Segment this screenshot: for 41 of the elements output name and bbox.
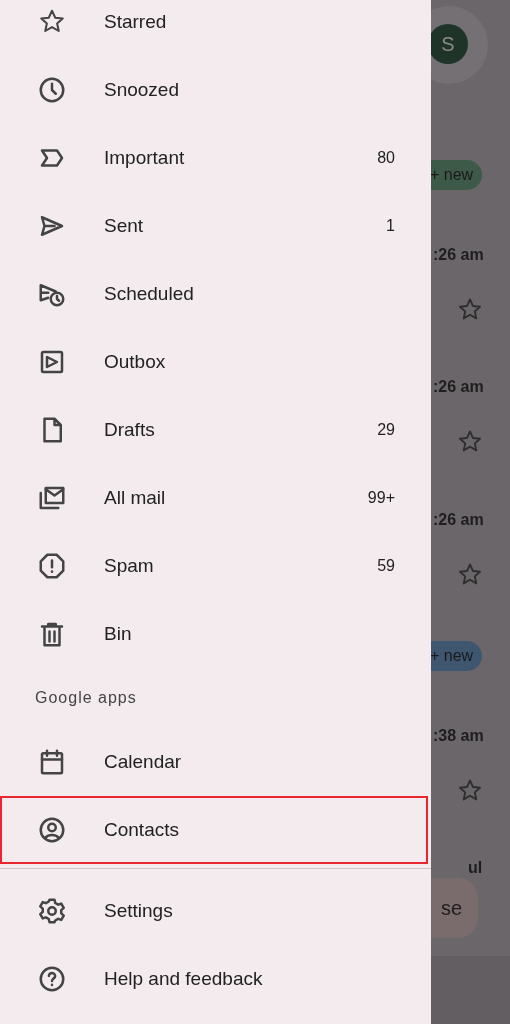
item-label: Drafts xyxy=(104,417,156,442)
item-label: Outbox xyxy=(104,349,167,374)
item-count: 99+ xyxy=(367,488,395,508)
drawer-item[interactable]: Scheduled xyxy=(0,260,431,328)
item-label: Help and feedback xyxy=(104,966,264,991)
drawer-item[interactable]: Snoozed xyxy=(0,56,431,124)
section-title: Google apps xyxy=(35,688,137,708)
settings-icon xyxy=(37,896,67,926)
help-icon xyxy=(37,964,67,994)
drawer-item[interactable]: Spam 59 xyxy=(0,532,431,600)
item-count: 80 xyxy=(377,148,395,168)
item-label: Settings xyxy=(104,898,174,923)
item-label: Bin xyxy=(104,621,133,646)
drawer-item[interactable]: Outbox xyxy=(0,328,431,396)
drawer-item[interactable]: Calendar xyxy=(0,728,431,796)
item-label: Snoozed xyxy=(104,77,180,102)
email-time: :26 am xyxy=(433,377,484,397)
item-count: 1 xyxy=(386,216,395,236)
drawer-item[interactable]: Help and feedback xyxy=(0,945,431,1013)
warning-octagon-icon xyxy=(37,551,67,581)
item-count: 29 xyxy=(377,420,395,440)
item-label: All mail xyxy=(104,485,167,510)
item-label: Spam xyxy=(104,553,155,578)
item-label: Important xyxy=(104,145,186,170)
email-time: :38 am xyxy=(433,726,484,746)
email-time: :26 am xyxy=(433,510,484,530)
drawer-item[interactable]: Contacts xyxy=(0,796,428,864)
drawer-item[interactable]: Sent 1 xyxy=(0,192,431,260)
clock-icon xyxy=(37,75,67,105)
item-label: Starred xyxy=(104,9,168,34)
drawer-item[interactable]: Drafts 29 xyxy=(0,396,431,464)
item-count: 59 xyxy=(377,556,395,576)
email-sender: ul xyxy=(468,858,483,878)
item-label: Sent xyxy=(104,213,145,238)
drawer-item[interactable]: Starred xyxy=(0,0,431,56)
item-label: Scheduled xyxy=(104,281,195,306)
account-circle-icon xyxy=(37,815,67,845)
item-label: Contacts xyxy=(104,817,180,842)
email-time: :26 am xyxy=(433,245,484,265)
drawer-item[interactable]: All mail 99+ xyxy=(0,464,431,532)
item-label: Calendar xyxy=(104,749,183,774)
